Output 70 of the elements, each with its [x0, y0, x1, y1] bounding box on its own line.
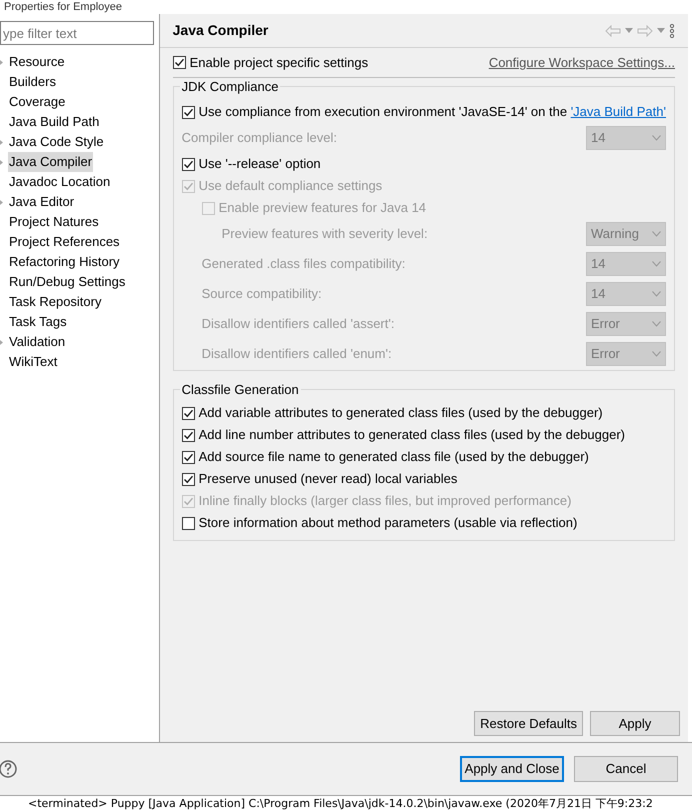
filter-field[interactable]: ype filter text — [0, 21, 154, 45]
checkbox-label: Enable project specific settings — [190, 54, 368, 72]
expand-icon[interactable] — [0, 200, 3, 204]
field-label: Disallow identifiers called 'assert': — [202, 315, 394, 334]
tree-item[interactable]: Project Natures — [8, 212, 100, 232]
group-title: Classfile Generation — [180, 382, 301, 397]
tree-item[interactable]: Run/Debug Settings — [8, 272, 126, 292]
checkbox-label: Use default compliance settings — [198, 177, 382, 196]
build-path-link[interactable]: 'Java Build Path' — [570, 104, 666, 120]
tree-item[interactable]: WikiText — [8, 352, 58, 372]
chevron-down-icon — [652, 135, 661, 141]
tree-item[interactable]: Resource — [8, 52, 66, 72]
checkbox[interactable] — [182, 472, 195, 486]
tree-item[interactable]: Java Build Path — [8, 112, 100, 132]
dialog-button[interactable]: Apply — [590, 711, 680, 736]
field-label: Generated .class files compatibility: — [202, 255, 406, 274]
expand-icon[interactable] — [0, 60, 3, 64]
window-title: Properties for Employee — [3, 1, 122, 14]
caret-icon[interactable] — [625, 28, 633, 33]
checkbox-label: Add line number attributes to generated class files (used by the debugger) — [198, 426, 626, 444]
tree-item[interactable]: Project References — [8, 232, 121, 252]
field-label: Source compatibility: — [202, 285, 322, 304]
field-label: Disallow identifiers called 'enum': — [202, 345, 392, 364]
checkbox[interactable] — [182, 428, 195, 442]
expand-icon[interactable] — [0, 340, 3, 344]
checkbox[interactable] — [182, 516, 195, 530]
dialog-button[interactable]: Cancel — [574, 756, 678, 782]
checkbox-label: Enable preview features for Java 14 — [218, 199, 426, 218]
checkbox-label: Add variable attributes to generated class files (used by the debugger) — [198, 404, 603, 422]
checkbox[interactable] — [172, 56, 186, 69]
expand-icon[interactable] — [0, 140, 3, 144]
more-icon[interactable] — [669, 24, 675, 38]
field-label: Compiler compliance level: — [182, 129, 337, 148]
checkbox[interactable] — [182, 450, 195, 464]
chevron-down-icon — [652, 321, 661, 327]
tree-item[interactable]: Builders — [8, 72, 57, 92]
tree-item[interactable]: Refactoring History — [8, 252, 121, 272]
tree-item[interactable]: Validation — [8, 332, 66, 352]
dialog-button[interactable]: Apply and Close — [460, 756, 564, 782]
checkbox-label: Add source file name to generated class file (used by the debugger) — [198, 448, 589, 466]
configure-link[interactable]: Configure Workspace Settings... — [488, 52, 675, 72]
chevron-down-icon — [652, 231, 661, 237]
checkbox-label: Use '--release' option — [198, 155, 321, 174]
caret-icon[interactable] — [657, 28, 665, 33]
checkbox-label: Use compliance from execution environment 'JavaSE-14' on the 'Java Build Path' — [198, 103, 666, 122]
checkbox[interactable] — [182, 406, 195, 420]
tree-item[interactable]: Task Repository — [8, 292, 102, 312]
tree-item[interactable]: Java Editor — [8, 192, 76, 212]
tree-item[interactable]: Javadoc Location — [8, 172, 112, 192]
checkbox[interactable] — [182, 158, 195, 170]
chevron-down-icon — [652, 261, 661, 267]
tree-item[interactable]: Java Compiler — [8, 152, 94, 172]
help-icon[interactable] — [0, 759, 18, 779]
dialog-button[interactable]: Restore Defaults — [474, 711, 583, 736]
checkbox-label: Preserve unused (never read) local variables — [198, 470, 458, 488]
tree-item[interactable]: Coverage — [8, 92, 66, 112]
chevron-down-icon — [652, 351, 661, 357]
back-icon[interactable] — [605, 24, 621, 36]
expand-icon[interactable] — [0, 160, 3, 164]
console-line: <terminated> Puppy [Java Application] C:\Program Files\Java\jdk-14.0.2\bin\javaw.exe (2020年7月21日 下午9:23:2 — [28, 796, 653, 810]
group-title: JDK Compliance — [180, 79, 280, 94]
checkbox[interactable] — [182, 106, 195, 118]
tree-item[interactable]: Task Tags — [8, 312, 68, 332]
tree-item[interactable]: Java Code Style — [8, 132, 105, 152]
checkbox-label: Store information about method parameters (usable via reflection) — [198, 514, 578, 532]
chevron-down-icon — [652, 291, 661, 297]
checkbox-label: Inline finally blocks (larger class files, but improved performance) — [198, 492, 572, 510]
page-title: Java Compiler — [172, 21, 268, 40]
field-label: Preview features with severity level: — [222, 225, 428, 244]
forward-icon[interactable] — [637, 24, 653, 36]
